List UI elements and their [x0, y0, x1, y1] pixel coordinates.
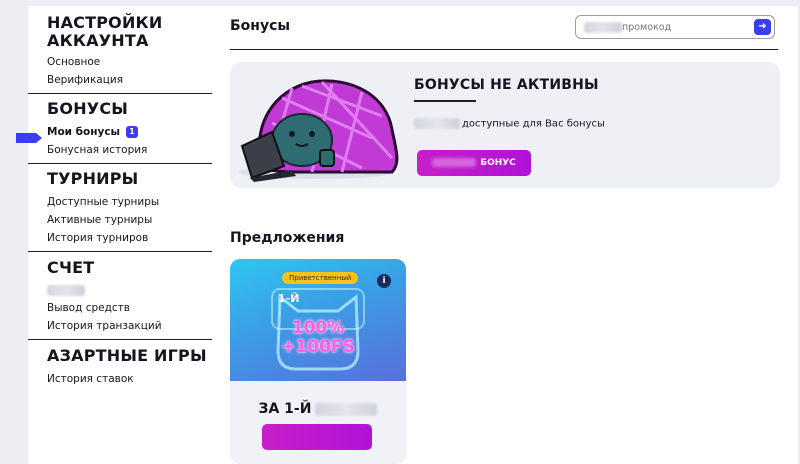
blurred-text	[584, 22, 622, 33]
get-bonus-button[interactable]: БОНУС	[417, 150, 531, 176]
sidebar-item-active-tournaments[interactable]: Активные турниры	[47, 214, 152, 227]
divider	[28, 339, 212, 340]
blurred-text	[47, 284, 85, 296]
sidebar: НАСТРОЙКИ АККАУНТА Основное Верификация …	[16, 6, 212, 464]
bonus-status-title: БОНУСЫ НЕ АКТИВНЫ	[414, 77, 599, 93]
offers-title: Предложения	[230, 230, 345, 246]
bonus-count-badge: 1	[126, 126, 139, 138]
divider	[28, 251, 212, 252]
section-gambling: АЗАРТНЫЕ ИГРЫ	[47, 346, 207, 365]
page-title: Бонусы	[230, 18, 291, 34]
bonus-status-text: доступные для Вас бонусы	[414, 118, 605, 130]
section-account-settings: НАСТРОЙКИ АККАУНТА	[47, 13, 163, 50]
blurred-text	[432, 158, 477, 167]
welcome-tag: Приветственный	[282, 272, 359, 284]
offer-image: Приветственный i 1-Й 100% +100FS	[230, 259, 406, 381]
title-divider	[230, 49, 778, 50]
sidebar-item-transaction-history[interactable]: История транзакций	[47, 320, 162, 333]
sidebar-item-tournament-history[interactable]: История турниров	[47, 232, 148, 245]
sidebar-item-bonus-history[interactable]: Бонусная история	[47, 144, 147, 157]
activate-offer-button[interactable]	[262, 424, 372, 450]
section-tournaments: ТУРНИРЫ	[47, 169, 139, 188]
blurred-text	[414, 118, 460, 129]
sidebar-item-my-bonuses[interactable]: Мои бонусы 1	[47, 126, 139, 139]
info-icon[interactable]: i	[377, 274, 391, 288]
sidebar-item-available-tournaments[interactable]: Доступные турниры	[47, 196, 159, 209]
bonus-title-underline	[414, 100, 476, 102]
offer-percent: 100%	[291, 318, 345, 338]
divider	[28, 163, 212, 164]
offer-name: ЗА 1-Й	[230, 401, 406, 417]
promo-code-input[interactable]	[622, 19, 742, 35]
mascot-blanket-illustration	[239, 79, 399, 182]
sidebar-item-general[interactable]: Основное	[47, 56, 100, 69]
sidebar-item-label: Мои бонусы	[47, 126, 121, 138]
blurred-text	[315, 402, 378, 416]
welcome-offer-card[interactable]: Приветственный i 1-Й 100% +100FS ЗА 1-Й	[230, 259, 406, 464]
promo-code-field[interactable]: ➜	[575, 15, 775, 39]
sidebar-item-bet-history[interactable]: История ставок	[47, 373, 134, 386]
bonus-status-card: БОНУСЫ НЕ АКТИВНЫ доступные для Вас бону…	[230, 62, 780, 188]
sidebar-item-verification[interactable]: Верификация	[47, 74, 123, 87]
arrow-right-icon[interactable]: ➜	[754, 19, 771, 35]
sidebar-item-blurred[interactable]	[47, 284, 85, 297]
section-bonuses: БОНУСЫ	[47, 99, 129, 118]
offer-freespins: +100FS	[281, 337, 355, 357]
account-panel: НАСТРОЙКИ АККАУНТА Основное Верификация …	[16, 6, 798, 464]
divider	[28, 93, 212, 94]
section-account: СЧЕТ	[47, 258, 95, 277]
deposit-label: 1-Й	[278, 292, 300, 305]
sidebar-item-withdraw[interactable]: Вывод средств	[47, 302, 130, 315]
active-pointer-icon	[16, 133, 42, 143]
